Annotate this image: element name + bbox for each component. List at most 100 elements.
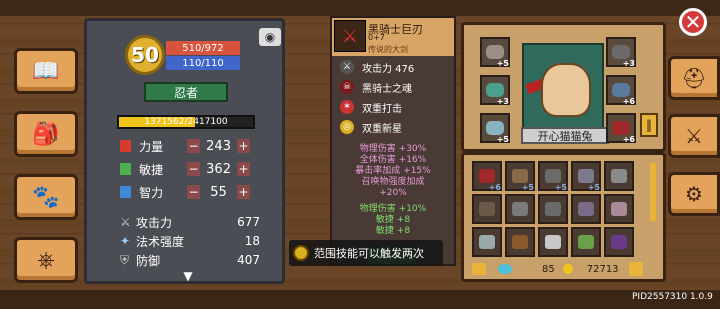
mp-bar: 110/110 bbox=[166, 56, 240, 70]
top-frame bbox=[0, 0, 720, 16]
item-skill-text: 黑骑士之魂 bbox=[362, 83, 412, 95]
gem-icon bbox=[498, 264, 512, 274]
character-stats-panel: 50 510/972 110/110 ◉ 忍者 1371562/2417100 … bbox=[84, 18, 285, 284]
plus-button[interactable]: + bbox=[237, 139, 250, 153]
slot-level: +5 bbox=[496, 135, 509, 144]
lock-icon[interactable] bbox=[472, 263, 486, 275]
hero-portrait bbox=[522, 43, 604, 139]
minus-button[interactable]: − bbox=[187, 162, 201, 176]
bonus-line: 暴击率加成 +15% bbox=[355, 166, 431, 176]
item-skill: ◎ 双重新星 bbox=[340, 118, 452, 136]
item-upgrade: 0+7 bbox=[368, 33, 385, 42]
inventory-slot[interactable] bbox=[604, 194, 634, 224]
equipment-toggle-button[interactable]: ‖ bbox=[640, 113, 658, 137]
scroll-icon bbox=[578, 235, 594, 249]
slot-level: +5 bbox=[554, 183, 567, 192]
equip-slot-amulet[interactable]: +3 bbox=[480, 75, 510, 106]
tab-skills[interactable]: ⚔ bbox=[668, 114, 720, 158]
attr-value: 55 bbox=[210, 184, 227, 200]
tab-crafting[interactable]: ⚙ bbox=[668, 172, 720, 216]
inventory-slot[interactable] bbox=[472, 194, 502, 224]
mace-icon bbox=[545, 169, 561, 183]
sort-button[interactable] bbox=[628, 262, 643, 276]
equip-slot-armor[interactable]: +5 bbox=[480, 113, 510, 144]
equip-slot-helmet[interactable]: +5 bbox=[480, 37, 510, 68]
tooltip-text: 范围技能可以触发两次 bbox=[314, 247, 424, 260]
inventory-slot[interactable] bbox=[505, 194, 535, 224]
feather-icon bbox=[545, 235, 561, 249]
backpack-icon: 🎒 bbox=[32, 121, 60, 147]
attr-name: 力量 bbox=[139, 139, 164, 154]
nova-icon bbox=[293, 245, 309, 261]
inventory-slot[interactable] bbox=[604, 161, 634, 191]
bonus-line: 物理伤害 +30% bbox=[359, 144, 427, 154]
axe-icon bbox=[512, 169, 528, 183]
tab-codex[interactable]: 📖 bbox=[14, 48, 78, 94]
belt-icon bbox=[512, 235, 528, 249]
dark-knight-icon: ☠ bbox=[340, 80, 354, 94]
sword-icon: ⚔ bbox=[340, 60, 354, 74]
inventory-slot[interactable]: +5 bbox=[571, 161, 601, 192]
stat-spell-power: ✦ 法术强度 18 bbox=[120, 232, 270, 250]
xp-bar: 1371562/2417100 bbox=[117, 115, 255, 129]
inventory-slot[interactable] bbox=[538, 194, 568, 224]
pet-name-label[interactable]: 开心猫猫兔 bbox=[521, 127, 609, 144]
tab-settings[interactable]: ⎈ bbox=[14, 237, 78, 283]
level-badge: 50 bbox=[125, 35, 165, 75]
double-strike-icon: ✶ bbox=[340, 100, 354, 114]
helmet-icon bbox=[486, 45, 504, 59]
class-button[interactable]: 忍者 bbox=[144, 82, 228, 102]
stat-defense: ⛨ 防御 407 bbox=[120, 251, 270, 269]
attr-row-strength: 力量 − 243 + bbox=[120, 137, 250, 155]
close-button[interactable]: ✕ bbox=[679, 8, 707, 36]
slot-level: +6 bbox=[622, 135, 635, 144]
amulet-icon bbox=[486, 83, 504, 97]
minus-button[interactable]: − bbox=[187, 139, 201, 153]
camera-button[interactable]: ◉ bbox=[259, 28, 281, 46]
cat-hero-sprite bbox=[541, 63, 591, 117]
chevron-down-icon[interactable]: ▼ bbox=[175, 270, 201, 282]
equip-slot-boots[interactable]: +3 bbox=[606, 37, 636, 68]
stat-value: 677 bbox=[237, 215, 260, 229]
potion-icon bbox=[120, 186, 132, 198]
inventory-slot[interactable]: +5 bbox=[538, 161, 568, 192]
slot-level: +6 bbox=[622, 97, 635, 106]
stat-name: 防御 bbox=[136, 253, 161, 268]
inventory-slot[interactable] bbox=[505, 227, 535, 257]
inventory-panel: +6 +5 +5 +5 85 72713 bbox=[461, 152, 666, 282]
inventory-slot[interactable] bbox=[538, 227, 568, 257]
boots-icon bbox=[612, 45, 630, 59]
wand-icon: ✦ bbox=[120, 234, 131, 248]
boot-icon bbox=[120, 163, 132, 175]
skill-tooltip: 范围技能可以触发两次 bbox=[289, 240, 443, 266]
tab-equipment[interactable]: ⛑ bbox=[668, 56, 720, 100]
equip-slot-gloves[interactable]: +6 bbox=[606, 75, 636, 106]
plus-button[interactable]: + bbox=[237, 162, 250, 176]
inventory-scrollbar[interactable] bbox=[650, 162, 656, 222]
dagger-icon bbox=[578, 169, 594, 183]
inventory-slot[interactable]: +5 bbox=[505, 161, 535, 192]
equip-slot-weapon[interactable]: +6 bbox=[606, 113, 636, 144]
item-header: ⚔ 黑骑士巨刃 0+7 传说的大剑 bbox=[332, 18, 454, 56]
inventory-slot[interactable] bbox=[472, 227, 502, 257]
minus-button[interactable]: − bbox=[187, 185, 201, 199]
stat-attack: ⚔ 攻击力 677 bbox=[120, 213, 270, 231]
inventory-slot[interactable]: +6 bbox=[472, 161, 502, 192]
gold-count: 72713 bbox=[586, 263, 619, 275]
inventory-slot[interactable] bbox=[571, 194, 601, 224]
gear-icon: ⚙ bbox=[685, 182, 703, 206]
left-tab-bar: 📖 🎒 🐾 ⎈ bbox=[14, 48, 84, 300]
item-skill: ✶ 双重打击 bbox=[340, 98, 452, 116]
tab-pets[interactable]: 🐾 bbox=[14, 174, 78, 220]
item-attack-text: 攻击力 476 bbox=[362, 63, 415, 75]
shield-icon: ⛨ bbox=[120, 252, 130, 267]
inventory-slot[interactable] bbox=[604, 227, 634, 257]
inventory-slot[interactable] bbox=[571, 227, 601, 257]
slot-level: +5 bbox=[496, 59, 509, 68]
plus-button[interactable]: + bbox=[237, 185, 250, 199]
chest-armor-icon bbox=[479, 202, 495, 216]
item-skill-text: 双重打击 bbox=[362, 103, 402, 115]
camera-icon: ◉ bbox=[264, 30, 276, 44]
close-icon: ✕ bbox=[684, 10, 702, 34]
tab-inventory[interactable]: 🎒 bbox=[14, 111, 78, 157]
